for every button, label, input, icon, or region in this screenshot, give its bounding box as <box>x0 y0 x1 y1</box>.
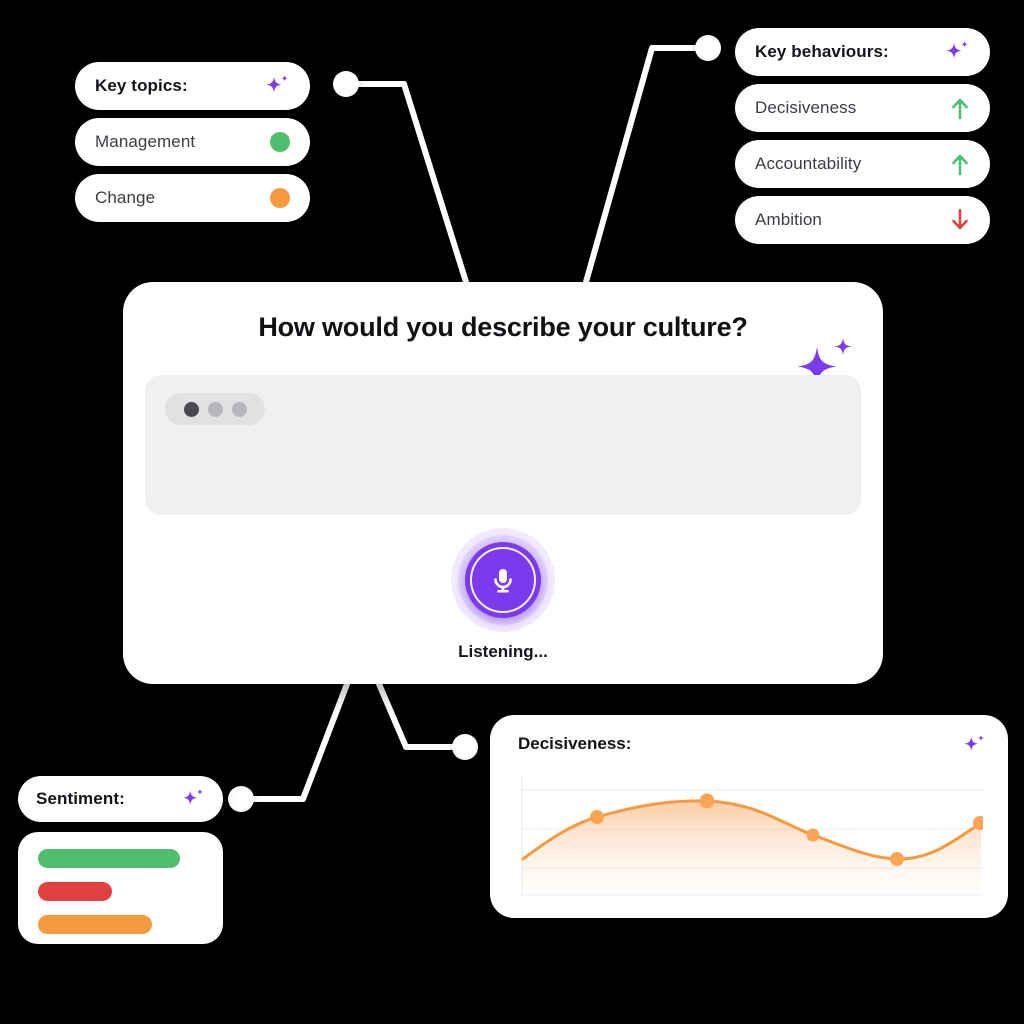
status-dot-icon <box>270 132 290 152</box>
mic-button-core[interactable] <box>465 542 541 618</box>
key-behaviours-header: Key behaviours: <box>735 28 990 76</box>
page-title: How would you describe your culture? <box>258 312 748 342</box>
sentiment-label: Sentiment: <box>36 789 125 808</box>
sparkle-icon <box>266 75 288 93</box>
key-topic-item[interactable]: Management <box>75 118 310 166</box>
sentiment-bar-positive <box>38 849 180 868</box>
key-behaviours-label: Key behaviours: <box>755 42 889 61</box>
arrow-up-icon <box>952 98 968 120</box>
chart-point <box>806 828 820 842</box>
chart-title: Decisiveness: <box>518 734 632 753</box>
key-topics-header: Key topics: <box>75 62 310 110</box>
sparkle-icon <box>964 734 984 751</box>
sentiment-card <box>18 832 223 944</box>
transcript-area[interactable] <box>145 375 861 515</box>
sentiment-bar-negative <box>38 882 112 901</box>
sentiment-header: Sentiment: <box>18 776 223 822</box>
connector-knob-key-behaviours <box>695 35 721 61</box>
canvas: Key topics: Management Change Key behavi… <box>0 0 1024 1024</box>
sparkle-icon <box>183 788 203 805</box>
mic-ring <box>470 547 536 613</box>
key-behaviour-item[interactable]: Decisiveness <box>735 84 990 132</box>
typing-dot <box>207 401 223 417</box>
typing-indicator <box>165 393 265 425</box>
key-topic-label: Management <box>95 132 196 151</box>
connector-knob-sentiment <box>228 786 254 812</box>
chart-point <box>890 852 904 866</box>
decisiveness-area-chart <box>521 776 983 896</box>
chart-point <box>590 810 604 824</box>
key-topic-label: Change <box>95 188 156 207</box>
key-behaviour-label: Decisiveness <box>755 98 857 117</box>
microphone-button[interactable] <box>451 528 555 632</box>
chart-point <box>699 793 715 809</box>
key-topic-item[interactable]: Change <box>75 174 310 222</box>
key-behaviours-panel: Key behaviours: Decisiveness Accountabil… <box>735 28 990 244</box>
key-behaviour-item[interactable]: Ambition <box>735 196 990 244</box>
arrow-up-icon <box>952 154 968 176</box>
key-behaviour-label: Accountability <box>755 154 862 173</box>
key-topics-panel: Key topics: Management Change <box>75 62 310 222</box>
sentiment-bar-neutral <box>38 915 152 934</box>
typing-dot <box>231 401 247 417</box>
arrow-down-icon <box>952 208 968 230</box>
key-topics-label: Key topics: <box>95 76 188 95</box>
voice-capture-card: How would you describe your culture? Lis… <box>123 282 883 684</box>
connector-knob-chart <box>452 734 478 760</box>
typing-dot <box>183 401 199 417</box>
decisiveness-chart-card: Decisiveness: <box>490 715 1008 918</box>
status-dot-icon <box>270 188 290 208</box>
status-text: Listening... <box>458 642 548 661</box>
key-behaviour-label: Ambition <box>755 210 822 229</box>
key-behaviour-item[interactable]: Accountability <box>735 140 990 188</box>
sparkle-icon <box>946 41 968 59</box>
connector-knob-key-topics <box>333 71 359 97</box>
